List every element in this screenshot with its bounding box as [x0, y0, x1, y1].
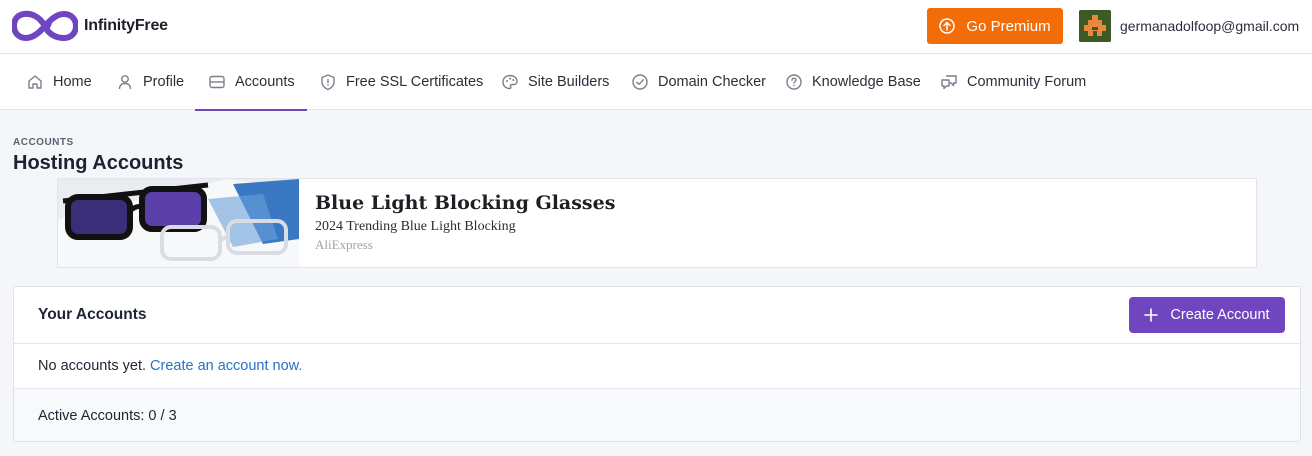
avatar[interactable]	[1079, 10, 1111, 42]
nav-label-profile: Profile	[143, 74, 185, 90]
accounts-card: Your Accounts Create Account No accounts…	[13, 286, 1301, 442]
chat-icon	[941, 75, 957, 90]
nav-label-domain-checker: Domain Checker	[658, 74, 766, 90]
shield-icon	[321, 74, 335, 91]
user-icon	[118, 75, 132, 90]
active-accounts-count: Active Accounts: 0 / 3	[38, 408, 177, 424]
page-title: Hosting Accounts	[13, 152, 184, 174]
ad-title[interactable]: Blue Light Blocking Glasses	[315, 192, 615, 214]
accounts-icon	[209, 75, 225, 89]
nav-label-site-builders: Site Builders	[528, 74, 610, 90]
go-premium-button[interactable]: Go Premium	[927, 8, 1063, 44]
brand-name: InfinityFree	[84, 17, 168, 34]
accounts-card-body: No accounts yet. Create an account now.	[14, 344, 1300, 389]
accounts-card-title: Your Accounts	[38, 306, 147, 323]
top-bar: InfinityFree Go Premium germanadolfoop@g…	[0, 0, 1312, 54]
nav-label-accounts: Accounts	[235, 74, 295, 90]
ad-description: 2024 Trending Blue Light Blocking	[315, 219, 516, 234]
question-circle-icon	[786, 74, 802, 90]
go-premium-label: Go Premium	[966, 17, 1051, 35]
glasses-icon	[58, 179, 299, 267]
accounts-card-header: Your Accounts Create Account	[14, 287, 1300, 344]
home-icon	[28, 75, 42, 89]
create-account-link[interactable]: Create an account now.	[150, 358, 302, 374]
brand-logo[interactable]: InfinityFree	[12, 9, 168, 43]
plus-icon	[1144, 308, 1159, 322]
ad-image[interactable]	[58, 179, 299, 267]
palette-icon	[502, 74, 518, 90]
nav-item-site-builders[interactable]: Site Builders	[501, 54, 609, 110]
empty-state-text: No accounts yet. Create an account now.	[38, 358, 302, 374]
user-email[interactable]: germanadolfoop@gmail.com	[1120, 18, 1299, 35]
infinity-logo-icon	[12, 10, 78, 42]
nav-item-home[interactable]: Home	[26, 54, 92, 110]
nav-label-free-ssl: Free SSL Certificates	[346, 74, 484, 90]
upgrade-arrow-icon	[939, 18, 956, 34]
nav-item-free-ssl[interactable]: Free SSL Certificates	[319, 54, 483, 110]
nav-item-knowledge-base[interactable]: Knowledge Base	[785, 54, 921, 110]
nav-label-knowledge-base: Knowledge Base	[812, 74, 921, 90]
ad-source: AliExpress	[315, 237, 373, 252]
nav-label-community-forum: Community Forum	[967, 74, 1087, 90]
nav-item-accounts[interactable]: Accounts	[195, 54, 307, 111]
empty-state-message: No accounts yet.	[38, 358, 146, 374]
main-nav: Home Profile Accounts Free SSL Certifica…	[0, 54, 1312, 111]
avatar-pixel-icon	[1079, 10, 1111, 42]
nav-item-profile[interactable]: Profile	[116, 54, 184, 110]
create-account-label: Create Account	[1170, 307, 1270, 323]
accounts-card-footer: Active Accounts: 0 / 3	[14, 389, 1300, 441]
check-circle-icon	[632, 74, 648, 90]
create-account-button[interactable]: Create Account	[1129, 297, 1285, 333]
nav-label-home: Home	[53, 74, 92, 90]
ad-banner[interactable]: Blue Light Blocking Glasses 2024 Trendin…	[57, 178, 1257, 268]
breadcrumb: ACCOUNTS	[13, 137, 74, 148]
nav-item-domain-checker[interactable]: Domain Checker	[631, 54, 766, 110]
nav-item-community-forum[interactable]: Community Forum	[940, 54, 1086, 110]
